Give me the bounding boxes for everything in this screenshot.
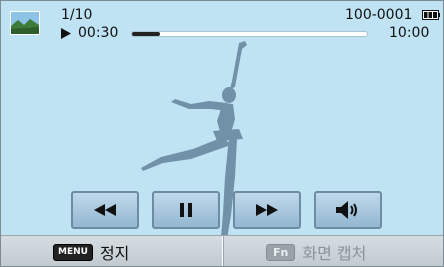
stop-action[interactable]: MENU 정지 <box>1 236 223 266</box>
total-time: 10:00 <box>389 25 430 41</box>
fast-forward-button[interactable] <box>233 191 301 229</box>
rewind-icon <box>94 204 116 216</box>
volume-icon <box>336 201 357 219</box>
fn-key-icon: Fn <box>266 243 296 261</box>
elapsed-time-row: 00:30 <box>61 25 118 41</box>
video-playback-screen: 1/10 00:30 100-0001 10:00 MENU 정지 Fn 화면 … <box>0 0 444 267</box>
playback-progress-fill <box>132 32 161 36</box>
screen-capture-action[interactable]: Fn 화면 캡처 <box>223 236 443 266</box>
fast-forward-icon <box>256 204 278 216</box>
landscape-thumbnail-icon <box>10 11 40 35</box>
image-counter: 1/10 <box>61 7 93 23</box>
menu-key-icon: MENU <box>53 243 93 261</box>
bottom-action-bar: MENU 정지 Fn 화면 캡처 <box>1 235 443 266</box>
rewind-button[interactable] <box>71 191 139 229</box>
battery-full-icon <box>422 10 440 20</box>
pause-button[interactable] <box>152 191 220 229</box>
file-number: 100-0001 <box>345 7 413 23</box>
elapsed-time: 00:30 <box>78 25 119 41</box>
play-icon <box>61 27 71 39</box>
stop-label: 정지 <box>99 244 130 263</box>
ballet-dancer-silhouette <box>141 41 247 243</box>
volume-button[interactable] <box>314 191 382 229</box>
screen-capture-label: 화면 캡처 <box>302 244 367 263</box>
pause-icon <box>180 203 192 217</box>
